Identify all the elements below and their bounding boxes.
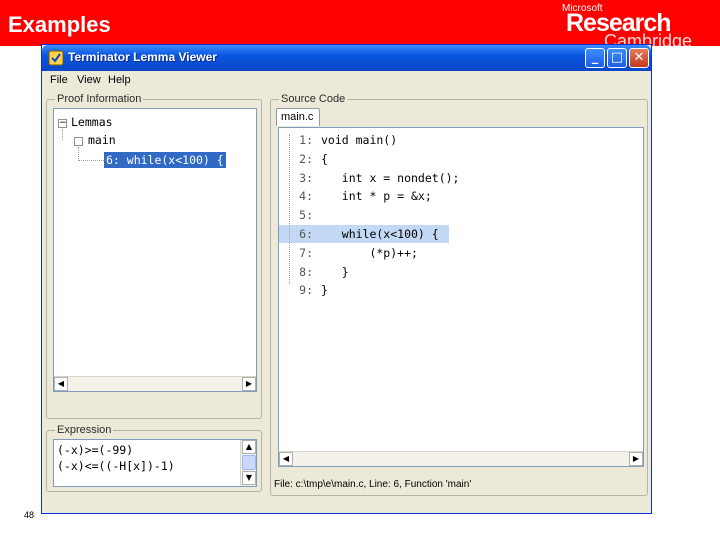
code-text: }: [321, 283, 328, 298]
code-line[interactable]: 6: while(x<100) {: [279, 225, 449, 243]
scroll-right-icon[interactable]: ▶: [242, 377, 256, 391]
tree-node-selected[interactable]: 6: while(x<100) {: [104, 152, 226, 168]
code-gutter: 8:: [299, 264, 313, 279]
expression-label: Expression: [55, 424, 114, 436]
code-text: {: [321, 151, 328, 166]
code-text: int x = nondet();: [321, 170, 460, 185]
code-line[interactable]: 7: (*p)++;: [279, 244, 449, 262]
menu-view[interactable]: View: [77, 74, 101, 86]
status-bar: File: c:\tmp\e\main.c, Line: 6, Function…: [274, 479, 472, 490]
scroll-left-icon[interactable]: ◀: [279, 452, 293, 466]
code-text: }: [321, 264, 349, 279]
code-line[interactable]: 2: {: [279, 150, 449, 168]
scroll-right-icon[interactable]: ▶: [629, 452, 643, 466]
slide-number: 48: [24, 510, 35, 520]
app-icon: [48, 50, 64, 66]
code-line[interactable]: 8: }: [279, 263, 449, 281]
maximize-button[interactable]: □: [607, 48, 627, 68]
proof-hscrollbar[interactable]: ◀ ▶: [54, 376, 256, 391]
tree-node-main[interactable]: main: [88, 133, 116, 147]
tree-connector: [62, 129, 63, 141]
code-gutter: 1:: [299, 133, 313, 147]
proof-info-group: Proof Information − Lemmas main 6: while…: [46, 93, 262, 419]
source-code-label: Source Code: [279, 93, 348, 105]
menu-help[interactable]: Help: [108, 74, 131, 86]
minimize-button[interactable]: _: [585, 48, 605, 68]
scroll-up-icon[interactable]: ▲: [242, 440, 256, 454]
menu-file[interactable]: File: [50, 74, 68, 86]
tree-connector: [78, 147, 79, 161]
code-gutter: 4:: [299, 189, 313, 204]
expression-vscrollbar[interactable]: ▲ ▼: [240, 440, 256, 486]
menu-bar: File View Help: [42, 71, 651, 89]
code-line[interactable]: 4: int * p = &x;: [279, 187, 449, 205]
expression-line-1: (-x)>=(-99): [57, 443, 134, 457]
code-text: while(x<100) {: [321, 227, 439, 241]
proof-tree: − Lemmas main 6: while(x<100) {: [53, 108, 257, 392]
scroll-left-icon[interactable]: ◀: [54, 377, 68, 391]
expression-box[interactable]: (-x)>=(-99) (-x)<=((-H[x])-1) ▲ ▼: [53, 439, 257, 487]
brand-logo: Microsoft Research Cambridge: [556, 3, 706, 51]
source-hscrollbar[interactable]: ◀ ▶: [279, 451, 643, 466]
code-text: int * p = &x;: [321, 189, 432, 204]
close-button[interactable]: ✕: [629, 48, 649, 68]
tree-collapse-icon[interactable]: −: [58, 119, 67, 128]
proof-info-label: Proof Information: [55, 93, 144, 105]
code-line[interactable]: 9:}: [279, 281, 449, 299]
tab-main-c[interactable]: main.c: [276, 108, 320, 126]
code-gutter: 7:: [299, 245, 313, 260]
scroll-down-icon[interactable]: ▼: [242, 471, 256, 485]
tree-connector: [78, 160, 104, 161]
code-gutter: 9:: [299, 283, 313, 298]
code-gutter: 2:: [299, 151, 313, 166]
window-title: Terminator Lemma Viewer: [68, 50, 217, 64]
expression-line-2: (-x)<=((-H[x])-1): [57, 459, 175, 473]
code-gutter: 3:: [299, 170, 313, 185]
tree-node-icon[interactable]: [74, 137, 83, 146]
gutter-guide: [289, 134, 290, 284]
code-line[interactable]: 1: void main(): [279, 131, 449, 149]
tree-root-lemmas[interactable]: Lemmas: [71, 115, 113, 129]
expression-group: Expression (-x)>=(-99) (-x)<=((-H[x])-1)…: [46, 424, 262, 492]
code-gutter: 5:: [299, 208, 313, 223]
code-gutter: 6:: [299, 227, 313, 241]
code-text: void main(): [321, 133, 398, 147]
app-window: Terminator Lemma Viewer _ □ ✕ File View …: [41, 44, 652, 514]
code-text: (*p)++;: [321, 245, 418, 260]
scroll-thumb[interactable]: [242, 455, 256, 470]
source-editor[interactable]: 1: void main() 2:{3: int x = nondet(); 4: i…: [278, 127, 644, 467]
code-line[interactable]: 5:: [279, 206, 449, 224]
slide-title: Examples: [8, 12, 111, 37]
code-line[interactable]: 3: int x = nondet();: [279, 169, 459, 187]
slide-header: Examples Microsoft Research Cambridge: [0, 0, 720, 51]
title-bar[interactable]: Terminator Lemma Viewer _ □ ✕: [42, 45, 651, 71]
